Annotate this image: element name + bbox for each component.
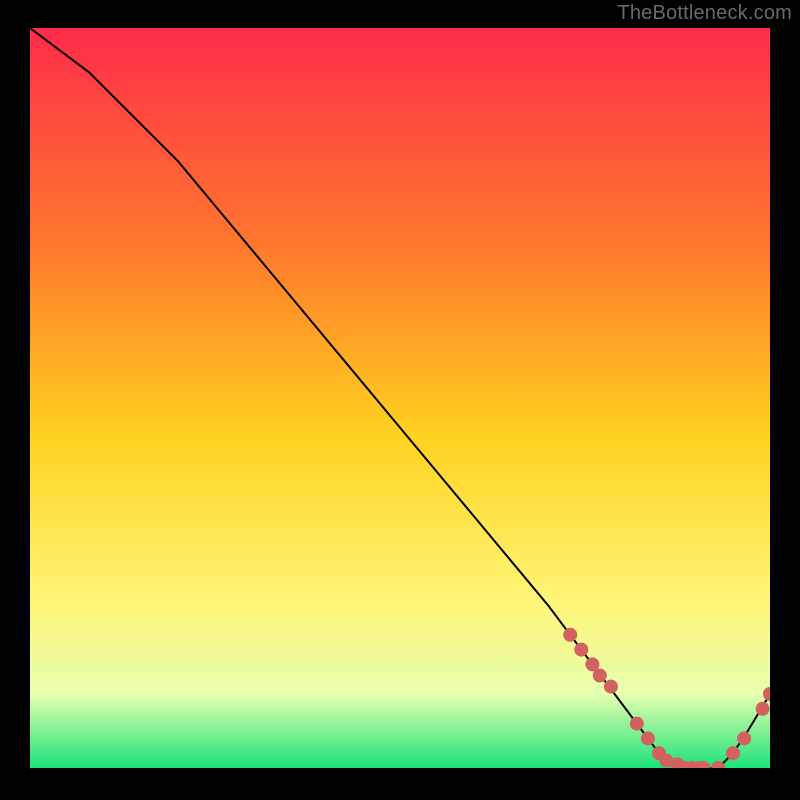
curve-marker bbox=[604, 680, 618, 694]
curve-marker bbox=[574, 643, 588, 657]
curve-marker bbox=[737, 731, 751, 745]
curve-marker bbox=[593, 669, 607, 683]
plot-area bbox=[30, 28, 770, 768]
gradient-background bbox=[30, 28, 770, 768]
curve-marker bbox=[756, 702, 770, 716]
curve-marker bbox=[563, 628, 577, 642]
curve-marker bbox=[641, 731, 655, 745]
watermark-text: TheBottleneck.com bbox=[617, 2, 792, 25]
curve-marker bbox=[630, 717, 644, 731]
bottleneck-chart bbox=[30, 28, 770, 768]
chart-frame: TheBottleneck.com bbox=[0, 0, 800, 800]
curve-marker bbox=[726, 746, 740, 760]
